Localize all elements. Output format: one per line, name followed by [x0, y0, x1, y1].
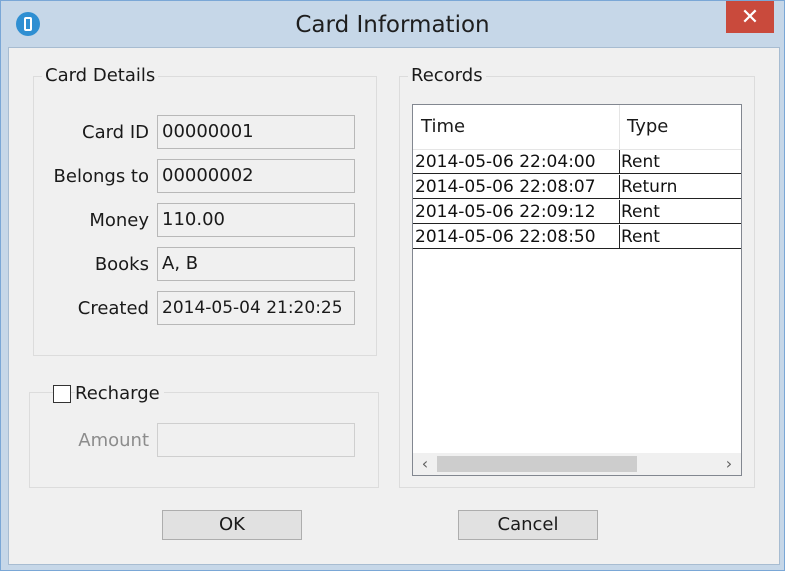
dialog-client-area: Card Details Card ID 00000001 Belongs to…	[8, 47, 780, 565]
scroll-right-icon[interactable]: ›	[719, 453, 739, 475]
close-button[interactable]: ✕	[726, 1, 774, 33]
horizontal-scrollbar[interactable]: ‹ ›	[413, 453, 741, 475]
time-cell: 2014-05-06 22:09:12	[413, 200, 620, 223]
type-cell: Rent	[621, 227, 660, 247]
books-field[interactable]: A, B	[157, 247, 355, 281]
created-label: Created	[77, 298, 149, 319]
created-field[interactable]: 2014-05-04 21:20:25	[157, 291, 355, 325]
scrollbar-thumb[interactable]	[437, 456, 637, 472]
books-label: Books	[94, 254, 149, 275]
belongs-to-field[interactable]: 00000002	[157, 159, 355, 193]
table-row[interactable]: 2014-05-06 22:08:50 Rent	[413, 225, 741, 249]
records-table-header: Time Type	[413, 105, 741, 150]
card-id-label: Card ID	[82, 122, 149, 143]
type-cell: Return	[621, 177, 678, 197]
records-legend: Records	[408, 65, 486, 86]
cancel-button[interactable]: Cancel	[458, 510, 598, 540]
time-cell: 2014-05-06 22:08:50	[413, 225, 620, 248]
money-label: Money	[89, 210, 149, 231]
ok-button[interactable]: OK	[162, 510, 302, 540]
type-cell: Rent	[621, 152, 660, 172]
time-cell: 2014-05-06 22:08:07	[413, 175, 620, 198]
column-header-type[interactable]: Type	[619, 105, 741, 149]
scroll-left-icon[interactable]: ‹	[415, 453, 435, 475]
recharge-checkbox[interactable]	[53, 385, 71, 403]
time-cell: 2014-05-06 22:04:00	[413, 150, 620, 173]
type-cell: Rent	[621, 202, 660, 222]
column-header-time[interactable]: Time	[413, 105, 619, 149]
amount-label: Amount	[78, 430, 149, 451]
belongs-to-label: Belongs to	[53, 166, 149, 187]
table-row[interactable]: 2014-05-06 22:09:12 Rent	[413, 200, 741, 224]
recharge-label[interactable]: Recharge	[75, 383, 164, 404]
card-id-field[interactable]: 00000001	[157, 115, 355, 149]
money-field[interactable]: 110.00	[157, 203, 355, 237]
window-title: Card Information	[295, 12, 490, 38]
amount-input[interactable]	[157, 423, 355, 457]
table-row[interactable]: 2014-05-06 22:08:07 Return	[413, 175, 741, 199]
title-bar[interactable]: Card Information ✕	[1, 1, 784, 47]
records-table[interactable]: Time Type 2014-05-06 22:04:00 Rent 2014-…	[412, 104, 742, 476]
close-icon: ✕	[740, 4, 760, 30]
table-row[interactable]: 2014-05-06 22:04:00 Rent	[413, 150, 741, 174]
card-information-window: Card Information ✕ Card Details Card ID …	[0, 0, 785, 571]
card-details-legend: Card Details	[42, 65, 159, 86]
